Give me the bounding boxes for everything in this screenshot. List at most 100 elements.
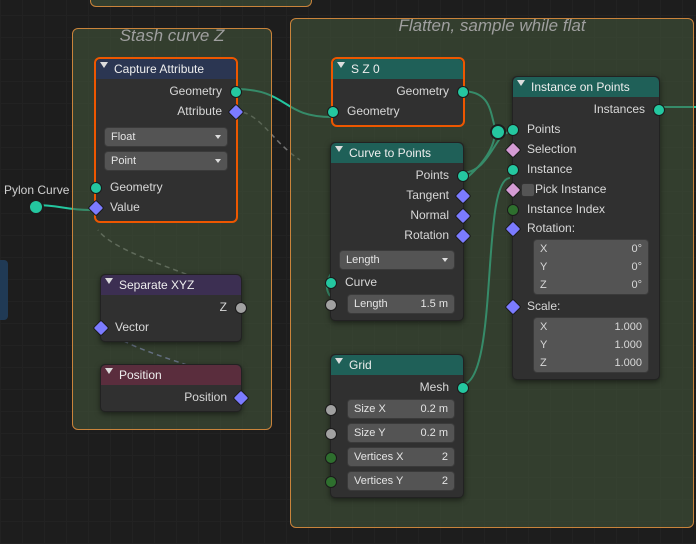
socket-label: Rotation xyxy=(404,228,449,242)
reroute-pylon[interactable] xyxy=(28,199,44,215)
chevron-down-icon xyxy=(100,62,108,68)
node-separate-xyz[interactable]: Separate XYZ Z Vector xyxy=(100,274,242,342)
socket-label: Instances xyxy=(594,102,645,116)
chevron-down-icon xyxy=(215,135,221,139)
node-title-text: Curve to Points xyxy=(349,146,431,160)
field-vertices-x[interactable]: Vertices X 2 xyxy=(347,447,455,467)
node-position[interactable]: Position Position xyxy=(100,364,242,412)
section-label-text: Scale: xyxy=(527,299,560,313)
socket-label: Points xyxy=(416,168,449,182)
socket-geometry-in[interactable] xyxy=(90,182,102,194)
socket-points-out[interactable] xyxy=(457,170,469,182)
field-value: 2 xyxy=(442,475,448,487)
socket-mesh-out[interactable] xyxy=(457,382,469,394)
socket-sizex-in[interactable] xyxy=(325,404,337,416)
field-size-x[interactable]: Size X 0.2 m xyxy=(347,399,455,419)
socket-geometry-in[interactable] xyxy=(327,106,339,118)
field-label: Vertices Y xyxy=(354,475,403,487)
field-label: Size X xyxy=(354,403,386,415)
socket-label: Points xyxy=(527,122,560,136)
vec-value: 0° xyxy=(631,276,642,294)
node-capture-attribute[interactable]: Capture Attribute Geometry Attribute Flo… xyxy=(95,58,237,222)
field-size-y[interactable]: Size Y 0.2 m xyxy=(347,423,455,443)
vec-value: 1.000 xyxy=(614,336,642,354)
socket-vy-in[interactable] xyxy=(325,476,337,488)
socket-label: Normal xyxy=(410,208,449,222)
field-label: Vertices X xyxy=(354,451,404,463)
socket-geometry-out[interactable] xyxy=(457,86,469,98)
socket-instance-index-in[interactable] xyxy=(507,204,519,216)
socket-label: Tangent xyxy=(406,188,449,202)
vec-axis: Y xyxy=(540,258,547,276)
socket-label: Attribute xyxy=(177,104,222,118)
field-value: 0.2 m xyxy=(420,403,448,415)
socket-label: Z xyxy=(220,300,227,314)
node-title-text: Position xyxy=(119,368,162,382)
chevron-down-icon xyxy=(337,62,345,68)
node-title-text: S Z 0 xyxy=(351,62,380,76)
vector-rotation[interactable]: X0° Y0° Z0° xyxy=(513,237,659,297)
socket-vx-in[interactable] xyxy=(325,452,337,464)
node-grid[interactable]: Grid Mesh Size X 0.2 m Size Y 0.2 m Vert… xyxy=(330,354,464,498)
node-title[interactable]: Capture Attribute xyxy=(96,59,236,79)
node-instance-on-points[interactable]: Instance on Points Instances Points Sele… xyxy=(512,76,660,380)
dropdown-label: Length xyxy=(346,254,380,266)
vec-axis: X xyxy=(540,318,547,336)
socket-instances-out[interactable] xyxy=(653,104,665,116)
chevron-down-icon xyxy=(105,278,113,284)
vec-value: 0° xyxy=(631,258,642,276)
field-value: 0.2 m xyxy=(420,427,448,439)
section-label-text: Rotation: xyxy=(527,221,575,235)
external-label-pylon: Pylon Curve xyxy=(4,183,69,197)
socket-sizey-in[interactable] xyxy=(325,428,337,440)
field-label: Length xyxy=(354,298,388,310)
chevron-down-icon xyxy=(517,80,525,86)
node-title[interactable]: Instance on Points xyxy=(513,77,659,97)
chevron-down-icon xyxy=(215,159,221,163)
node-title-text: Separate XYZ xyxy=(119,278,194,292)
vec-axis: Z xyxy=(540,354,547,372)
dropdown-mode[interactable]: Length xyxy=(339,250,455,270)
node-title-text: Capture Attribute xyxy=(114,62,204,76)
socket-label: Instance Index xyxy=(527,202,605,216)
node-title[interactable]: Separate XYZ xyxy=(101,275,241,295)
socket-label: Geometry xyxy=(169,84,222,98)
socket-label: Position xyxy=(184,390,227,404)
node-title[interactable]: Position xyxy=(101,365,241,385)
reroute-sz0[interactable] xyxy=(490,124,506,140)
socket-label: Geometry xyxy=(110,180,163,194)
vec-value: 0° xyxy=(631,240,642,258)
node-title[interactable]: Grid xyxy=(331,355,463,375)
chevron-down-icon xyxy=(335,146,343,152)
socket-curve-in[interactable] xyxy=(325,277,337,289)
node-title[interactable]: S Z 0 xyxy=(333,59,463,79)
socket-z-out[interactable] xyxy=(235,302,247,314)
node-title[interactable]: Curve to Points xyxy=(331,143,463,163)
socket-points-in[interactable] xyxy=(507,124,519,136)
frame-title: Stash curve Z xyxy=(73,26,271,46)
field-vertices-y[interactable]: Vertices Y 2 xyxy=(347,471,455,491)
socket-instance-in[interactable] xyxy=(507,164,519,176)
socket-label: Geometry xyxy=(396,84,449,98)
dropdown-domain[interactable]: Point xyxy=(104,151,228,171)
field-value: 2 xyxy=(442,451,448,463)
frame-title: Flatten, sample while flat xyxy=(291,16,693,36)
side-panel-hint xyxy=(0,260,8,320)
field-label: Size Y xyxy=(354,427,386,439)
socket-label: Curve xyxy=(345,275,377,289)
checkbox-pick-instance[interactable] xyxy=(521,183,535,197)
node-curve-to-points[interactable]: Curve to Points Points Tangent Normal Ro… xyxy=(330,142,464,321)
dropdown-data-type[interactable]: Float xyxy=(104,127,228,147)
vector-scale[interactable]: X1.000 Y1.000 Z1.000 xyxy=(513,315,659,375)
field-length[interactable]: Length 1.5 m xyxy=(347,294,455,314)
node-sz0[interactable]: S Z 0 Geometry Geometry xyxy=(332,58,464,126)
socket-label: Vector xyxy=(115,320,149,334)
socket-length-in[interactable] xyxy=(325,299,337,311)
socket-geometry-out[interactable] xyxy=(230,86,242,98)
node-title-text: Grid xyxy=(349,358,372,372)
socket-label: Selection xyxy=(527,142,576,156)
chevron-down-icon xyxy=(105,368,113,374)
vec-axis: X xyxy=(540,240,547,258)
socket-label: Instance xyxy=(527,162,572,176)
socket-label: Geometry xyxy=(347,104,400,118)
